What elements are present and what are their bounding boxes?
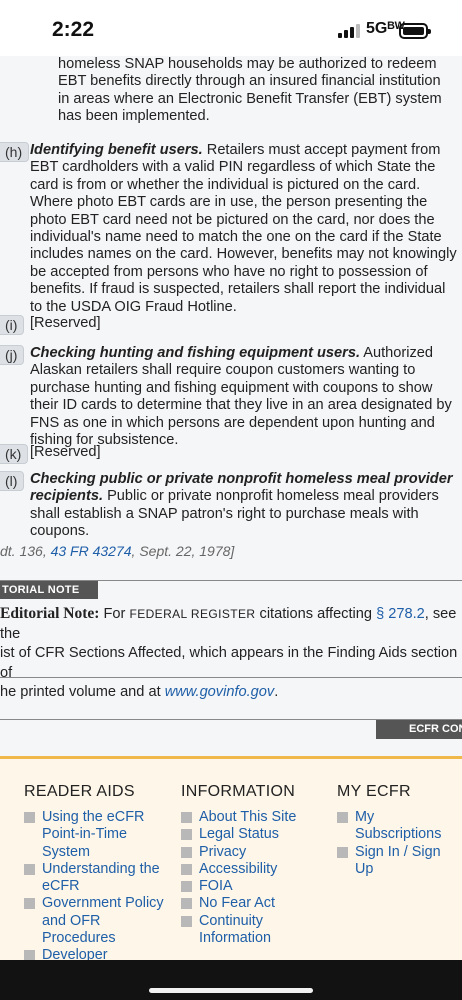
my-ecfr-link[interactable]: Sign In / Sign Up	[337, 844, 462, 879]
bullet-square-icon	[181, 846, 192, 858]
information-link-label: Accessibility	[199, 860, 278, 877]
paragraph-i-tag: (i)	[0, 315, 25, 335]
editorial-bottom-divider	[0, 677, 462, 678]
my-ecfr-heading: MY ECFR	[337, 783, 411, 800]
bullet-square-icon	[24, 950, 35, 960]
paragraph-l: Checking public or private nonprofit hom…	[30, 471, 460, 541]
paragraph-j-heading: Checking hunting and fishing equipment u…	[30, 345, 360, 361]
editorial-note-label: TORIAL NOTE	[0, 581, 98, 599]
bullet-square-icon	[337, 812, 348, 823]
bullet-square-icon	[337, 846, 348, 858]
information-link[interactable]: Continuity Information	[181, 913, 331, 948]
fr-citation-link[interactable]: 43 FR 43274	[51, 543, 132, 559]
reader-aids-link-label: Understanding the eCFR	[42, 860, 160, 895]
information-link-label: Legal Status	[199, 826, 280, 843]
paragraph-h-heading: Identifying benefit users.	[30, 142, 203, 158]
regulation-content: homeless SNAP households may be authoriz…	[0, 56, 462, 756]
bullet-square-icon	[181, 881, 192, 893]
information-link[interactable]: FOIA	[181, 878, 331, 895]
information-heading: INFORMATION	[181, 783, 296, 800]
information-link-label: Continuity Information	[199, 912, 271, 947]
bullet-square-icon	[181, 863, 192, 875]
reader-aids-heading: READER AIDS	[24, 783, 135, 800]
reader-aids-link-label: Government Policy and OFR Procedures	[42, 895, 164, 947]
paragraph-g-continuation: homeless SNAP households may be authoriz…	[58, 56, 442, 125]
amendment-citation: dt. 136, 43 FR 43274, Sept. 22, 1978]	[0, 543, 235, 559]
battery-icon	[399, 23, 431, 39]
reader-aids-link-label: Developer	[42, 947, 108, 960]
information-link[interactable]: Legal Status	[181, 826, 331, 843]
reader-aids-link[interactable]: Developer	[24, 947, 164, 960]
bullet-square-icon	[181, 812, 192, 823]
reader-aids-link[interactable]: Using the eCFR Point-in-Time System	[24, 809, 164, 861]
system-navigation-bar	[0, 960, 462, 1000]
paragraph-h-text: Retailers must accept payment from EBT c…	[30, 142, 457, 315]
information-link-label: About This Site	[199, 809, 297, 825]
reader-aids-link[interactable]: Understanding the eCFR	[24, 861, 164, 896]
bullet-square-icon	[181, 898, 192, 910]
section-link[interactable]: § 278.2	[376, 606, 425, 622]
information-link-label: No Fear Act	[199, 895, 275, 912]
my-ecfr-link[interactable]: My Subscriptions	[337, 809, 462, 844]
editorial-note-title: Editorial Note:	[0, 605, 100, 622]
bullet-square-icon	[181, 915, 192, 927]
home-indicator[interactable]	[149, 988, 313, 993]
information-link-label: FOIA	[199, 878, 233, 895]
information-link[interactable]: Accessibility	[181, 861, 331, 878]
paragraph-l-tag: (l)	[0, 471, 25, 491]
information-column: INFORMATION About This Site Legal Status P…	[181, 783, 331, 947]
reader-aids-link-label: Using the eCFR Point-in-Time System	[42, 809, 145, 860]
bullet-square-icon	[24, 812, 35, 823]
information-link[interactable]: Privacy	[181, 844, 331, 861]
my-ecfr-link-label: Sign In / Sign Up	[355, 843, 441, 877]
reader-aids-column: READER AIDS Using the eCFR Point-in-Time…	[24, 783, 164, 960]
paragraph-j-tag: (j)	[0, 345, 25, 365]
paragraph-k: [Reserved]	[30, 444, 101, 460]
information-link-label: Privacy	[199, 843, 247, 860]
site-footer: READER AIDS Using the eCFR Point-in-Time…	[0, 756, 462, 960]
paragraph-k-tag: (k)	[0, 444, 29, 464]
editorial-note: Editorial Note: For FEDERAL REGISTER cit…	[0, 605, 458, 700]
bullet-square-icon	[181, 829, 192, 841]
reader-aids-link[interactable]: Government Policy and OFR Procedures	[24, 895, 164, 947]
bullet-square-icon	[24, 898, 35, 910]
status-time: 2:22	[52, 18, 95, 41]
paragraph-i: [Reserved]	[30, 315, 101, 331]
bullet-square-icon	[24, 863, 35, 875]
information-link[interactable]: No Fear Act	[181, 895, 331, 912]
ecfr-content-tab[interactable]: ECFR CON	[376, 720, 462, 739]
govinfo-link[interactable]: www.govinfo.gov	[165, 684, 275, 700]
paragraph-j: Checking hunting and fishing equipment u…	[30, 345, 460, 449]
status-bar: 2:22 5Gᴮᵂ	[0, 0, 462, 56]
signal-icon	[338, 24, 362, 38]
information-link[interactable]: About This Site	[181, 809, 331, 826]
my-ecfr-column: MY ECFR My Subscriptions Sign In / Sign U…	[337, 783, 462, 878]
my-ecfr-link-label: My Subscriptions	[355, 809, 442, 843]
paragraph-h: Identifying benefit users. Retailers mus…	[30, 142, 460, 316]
paragraph-h-tag: (h)	[0, 142, 30, 162]
